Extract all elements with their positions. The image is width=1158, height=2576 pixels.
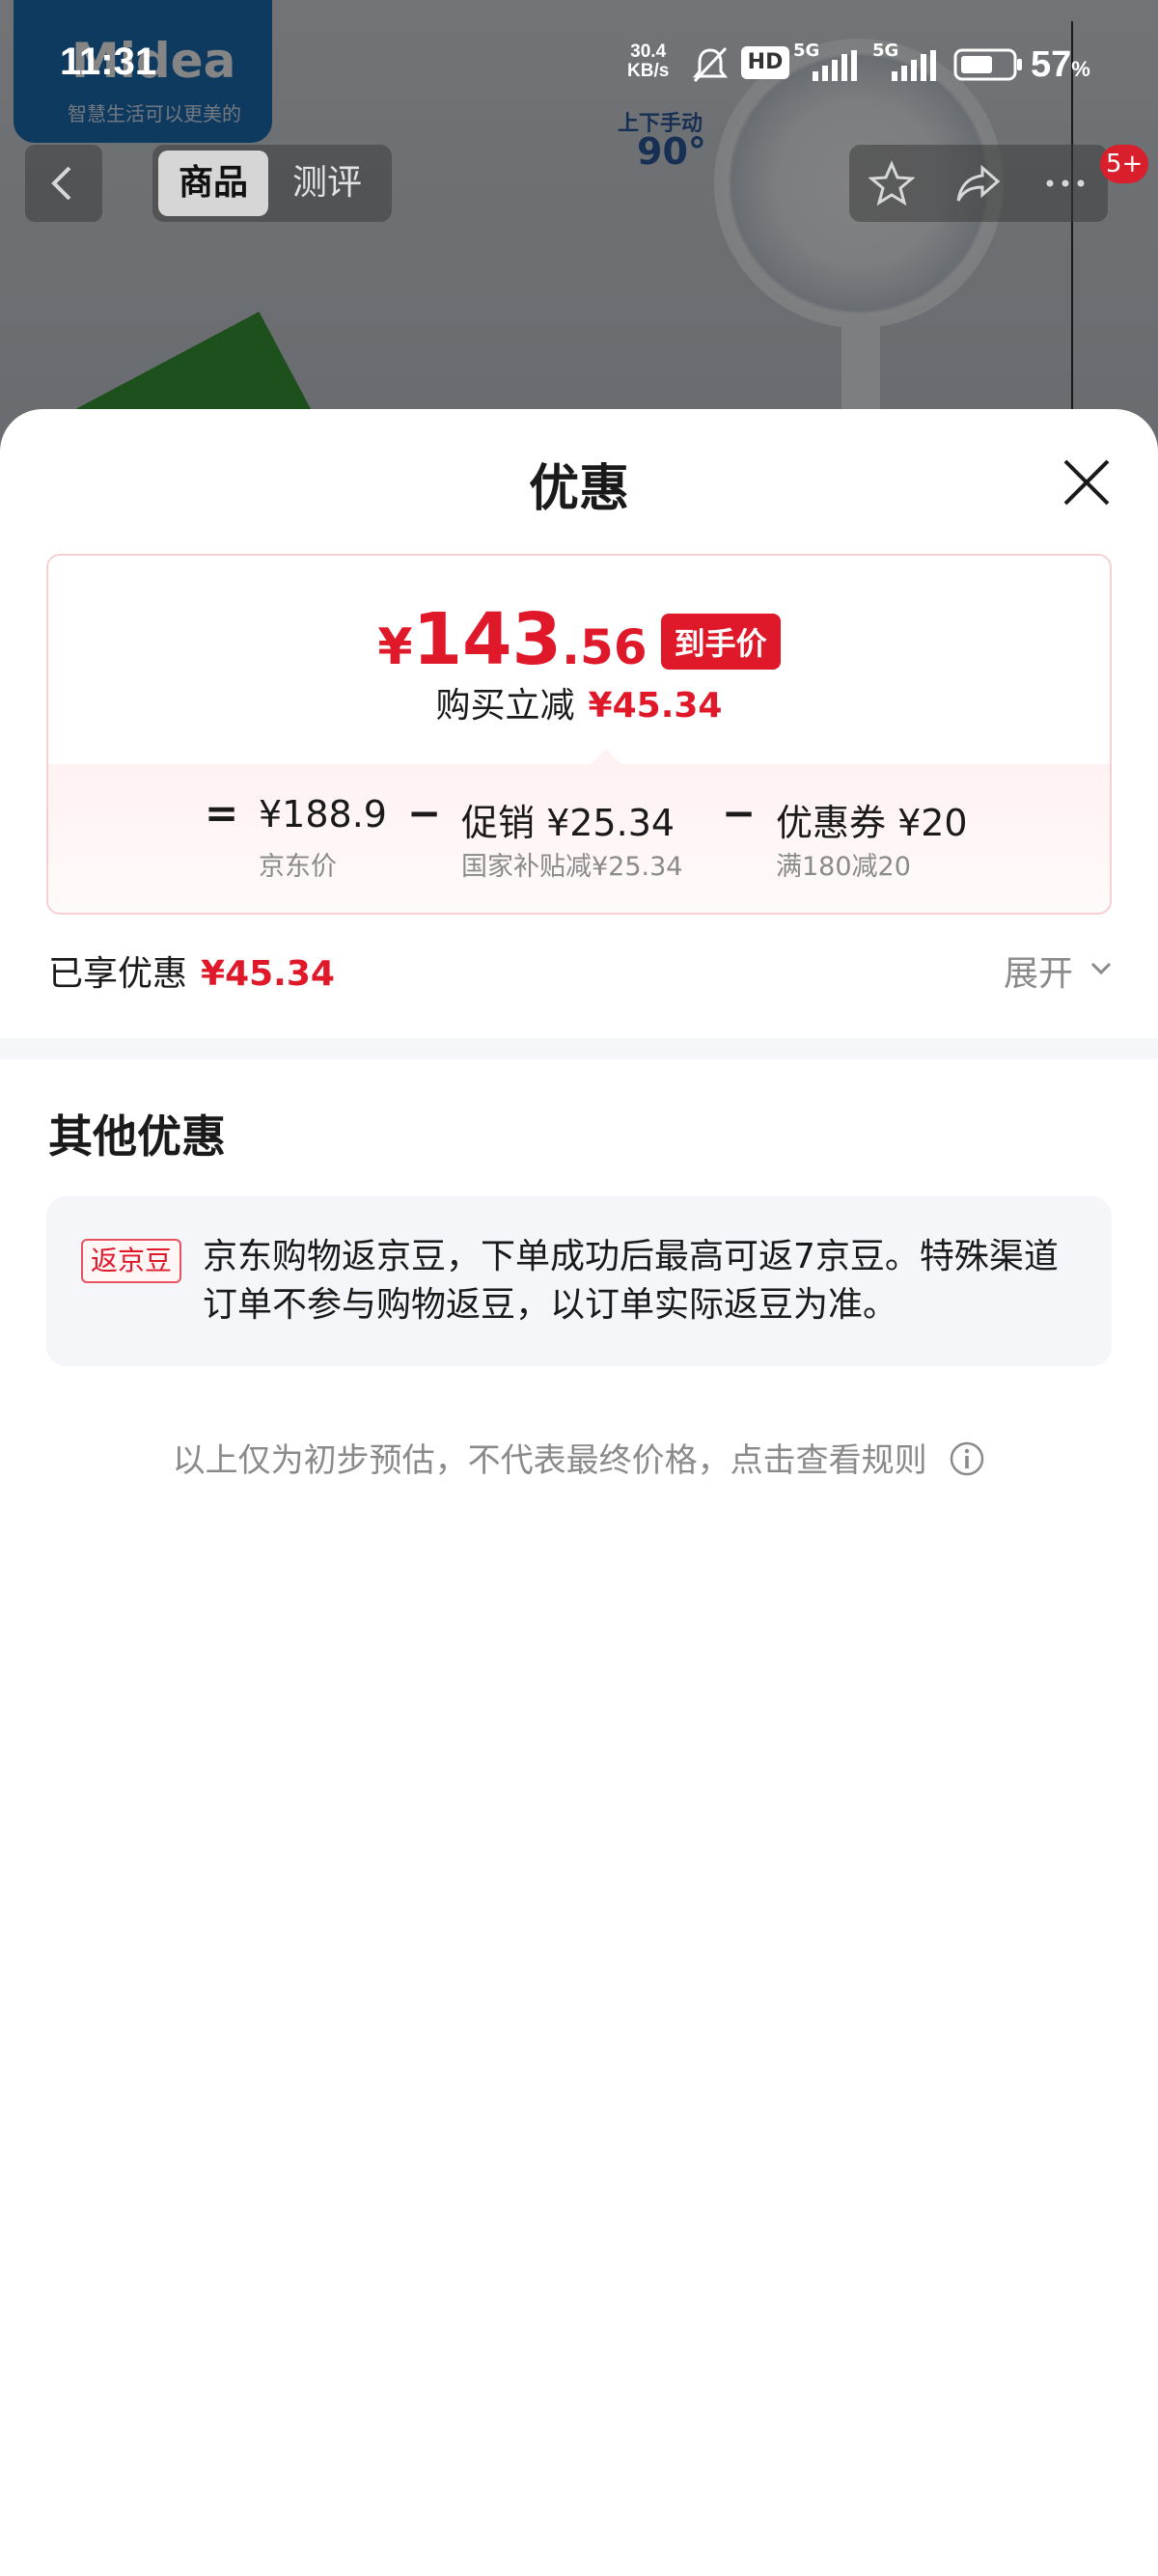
network-speed-value: 30.4	[630, 41, 667, 62]
other-offers-title: 其他优惠	[48, 1110, 226, 1163]
message-count-badge: 5+	[1100, 145, 1149, 183]
product-actions	[849, 145, 1108, 222]
enjoyed-discount-label: 已享优惠	[48, 954, 188, 994]
jingdou-rebate-card: 返京豆 京东购物返京豆，下单成功后最高可返7京豆。特殊渠道订单不参与购物返豆，以…	[46, 1196, 1112, 1366]
final-price-section: ¥143.56 到手价 购买立减 ¥45.34	[48, 556, 1110, 764]
final-price: ¥143.56 到手价	[48, 598, 1110, 681]
product-tab-switch[interactable]: 商品 测评	[152, 145, 392, 222]
chevron-down-icon[interactable]	[1089, 955, 1114, 980]
signal-strength-icon	[813, 50, 857, 81]
section-divider	[0, 1038, 1158, 1059]
expand-button[interactable]: 展开	[1004, 945, 1073, 996]
jd-price: ¥188.9	[259, 793, 387, 836]
jd-price-label: 京东价	[259, 852, 337, 882]
status-bar: 11:31 30.4 KB/s HD 5G 5G 57%	[0, 0, 1158, 116]
final-price-tag: 到手价	[660, 614, 781, 670]
rules-link-text: 以上仅为初步预估，不代表最终价格，点击查看规则	[172, 1441, 927, 1480]
enjoyed-discount: 已享优惠 ¥45.34	[48, 945, 335, 996]
back-button[interactable]	[25, 145, 102, 222]
signal-strength-icon-2	[892, 50, 936, 81]
network-speed: 30.4 KB/s	[627, 42, 669, 81]
hd-voice-icon: HD	[741, 46, 789, 79]
price-currency: ¥	[377, 618, 413, 676]
promo-amount: 促销 ¥25.34	[461, 802, 676, 844]
instant-discount-label: 购买立减	[435, 686, 575, 726]
instant-discount: 购买立减 ¥45.34	[48, 677, 1110, 727]
chevron-left-icon	[51, 166, 71, 201]
price-formula-section: = ¥188.9 京东价 − 促销 ¥25.34 国家补贴减¥25.34 − 优…	[48, 764, 1110, 913]
battery-icon	[953, 48, 1022, 81]
bell-muted-icon	[692, 46, 729, 83]
minus-sign-2: −	[722, 789, 757, 836]
info-icon	[951, 1441, 984, 1476]
rules-link[interactable]: 以上仅为初步预估，不代表最终价格，点击查看规则	[0, 1434, 1158, 1481]
price-breakdown-card: ¥143.56 到手价 购买立减 ¥45.34 = ¥188.9 京东价 − 促销 …	[46, 554, 1112, 915]
minus-sign: −	[407, 789, 442, 836]
favorite-button[interactable]	[849, 145, 934, 222]
more-button[interactable]	[1023, 145, 1108, 222]
jingdou-rebate-chip: 返京豆	[81, 1239, 182, 1283]
status-time: 11:31	[60, 41, 157, 83]
more-dots-icon	[1046, 179, 1085, 187]
instant-discount-amount: ¥45.34	[588, 686, 723, 726]
star-icon	[868, 160, 915, 206]
equals-sign: =	[205, 789, 239, 836]
jingdou-rebate-text: 京东购物返京豆，下单成功后最高可返7京豆。特殊渠道订单不参与购物返豆，以订单实际…	[203, 1237, 1059, 1325]
battery-percent: 57%	[1031, 44, 1090, 85]
coupon-description: 满180减20	[776, 852, 911, 882]
coupon-amount: 优惠券 ¥20	[776, 802, 968, 844]
close-button[interactable]	[1058, 453, 1116, 511]
sheet-title: 优惠	[528, 460, 629, 518]
price-decimal: .56	[562, 619, 648, 675]
share-button[interactable]	[936, 145, 1021, 222]
discount-sheet: 优惠 ¥143.56 到手价 购买立减 ¥45.34 = ¥188.9 京东价 − …	[0, 409, 1158, 2576]
network-speed-unit: KB/s	[627, 61, 670, 81]
share-icon	[956, 164, 1001, 202]
close-icon	[1063, 459, 1110, 506]
tab-review[interactable]: 测评	[272, 151, 382, 216]
promo-description: 国家补贴减¥25.34	[461, 852, 683, 882]
price-integer: 143	[412, 598, 563, 681]
enjoyed-discount-amount: ¥45.34	[201, 954, 335, 994]
tab-product[interactable]: 商品	[158, 151, 268, 216]
